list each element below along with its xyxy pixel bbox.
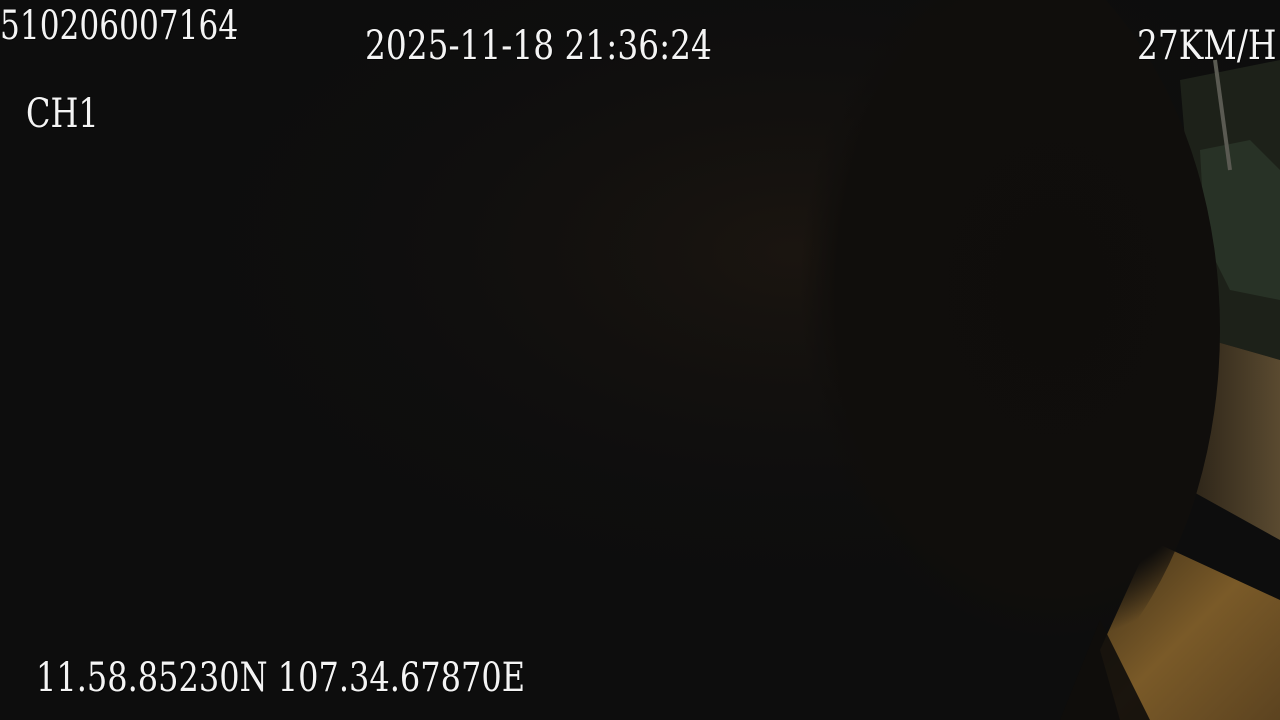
speed-label: 27KM/H	[1137, 23, 1277, 69]
night-road-scene	[0, 0, 1280, 720]
camera-frame: 510206007164 2025-11-18 21:36:24 27KM/H …	[0, 0, 1280, 720]
gps-coordinates-label: 11.58.85230N 107.34.67870E	[36, 655, 526, 701]
timestamp-label: 2025-11-18 21:36:24	[365, 23, 712, 69]
device-id-label: 510206007164	[0, 3, 239, 49]
occluding-object	[620, 0, 1220, 720]
channel-label: CH1	[26, 91, 99, 137]
